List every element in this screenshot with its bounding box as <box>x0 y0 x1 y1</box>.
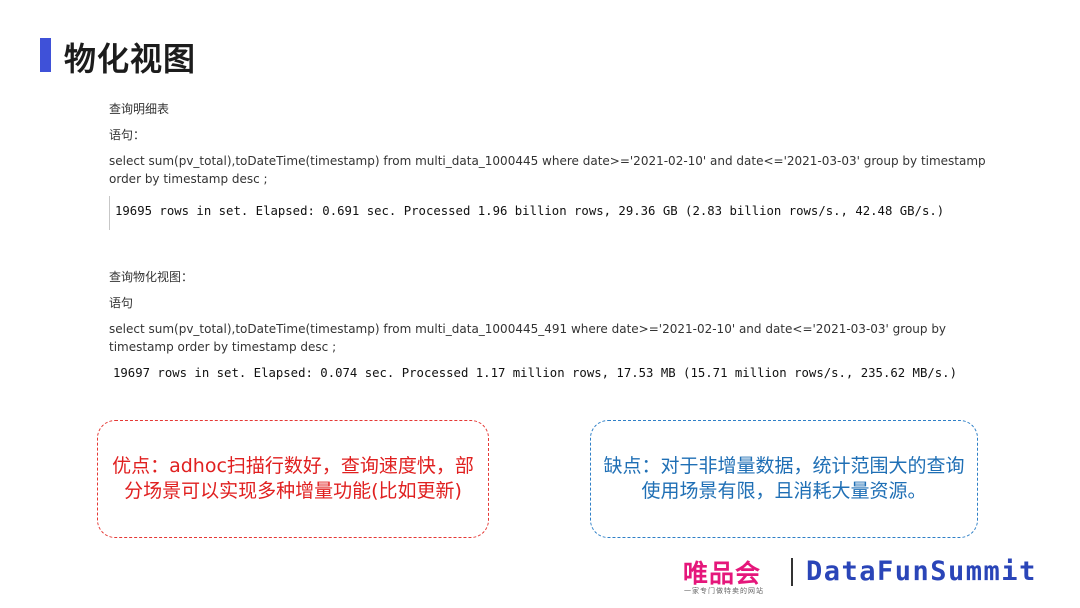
cons-box: 缺点：对于非增量数据，统计范围大的查询使用场景有限，且消耗大量资源。 <box>590 420 978 538</box>
vip-logo: 唯品会 <box>683 559 762 588</box>
mv-sql-statement: select sum(pv_total),toDateTime(timestam… <box>109 322 947 354</box>
datafunsummit-logo: DataFunSummit <box>806 556 1037 587</box>
pros-text: 优点：adhoc扫描行数好，查询速度快，部分场景可以实现多种增量功能(比如更新) <box>112 455 474 502</box>
logo-divider <box>791 558 793 586</box>
pros-box: 优点：adhoc扫描行数好，查询速度快，部分场景可以实现多种增量功能(比如更新) <box>97 420 489 538</box>
vip-logo-slogan: 一家专门做特卖的网站 <box>684 587 764 595</box>
title-accent-bar <box>40 38 51 72</box>
mv-statement-label: 语句 <box>109 296 134 310</box>
detail-query-result: 19695 rows in set. Elapsed: 0.691 sec. P… <box>115 204 945 218</box>
detail-statement-label: 语句： <box>109 128 146 142</box>
mv-query-result: 19697 rows in set. Elapsed: 0.074 sec. P… <box>113 366 957 380</box>
cons-text: 缺点：对于非增量数据，统计范围大的查询使用场景有限，且消耗大量资源。 <box>603 455 965 502</box>
detail-query-heading: 查询明细表 <box>109 102 170 116</box>
result-quote-bar <box>109 196 110 230</box>
page-title: 物化视图 <box>64 40 197 78</box>
detail-sql-statement: select sum(pv_total),toDateTime(timestam… <box>109 154 986 186</box>
mv-query-heading: 查询物化视图： <box>109 270 194 284</box>
